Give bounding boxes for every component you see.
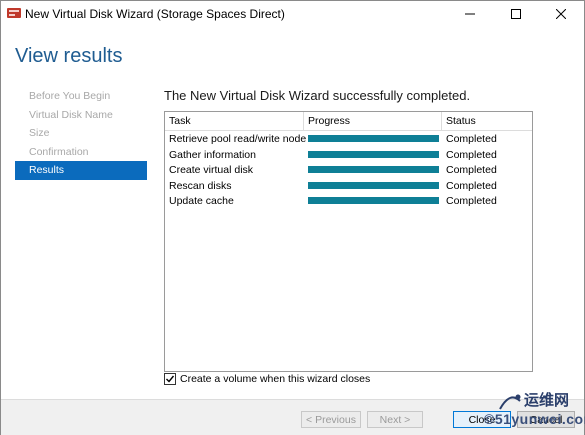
window-title: New Virtual Disk Wizard (Storage Spaces … (25, 7, 285, 21)
checkmark-icon (166, 375, 175, 383)
maximize-icon (511, 9, 521, 19)
column-header-task[interactable]: Task (165, 112, 304, 130)
title-bar: New Virtual Disk Wizard (Storage Spaces … (1, 1, 584, 27)
progress-bar (308, 197, 439, 204)
minimize-icon (465, 13, 475, 15)
minimize-button[interactable] (447, 1, 493, 27)
watermark-logo-icon (499, 394, 521, 410)
progress-fill (308, 135, 439, 142)
progress-bar (308, 166, 439, 173)
table-row[interactable]: Rescan disks Completed (165, 179, 532, 195)
nav-item-confirmation[interactable]: Confirmation (15, 143, 147, 162)
task-cell: Retrieve pool read/write node (169, 133, 307, 145)
next-button[interactable]: Next > (367, 411, 423, 428)
wizard-step-nav: Before You Begin Virtual Disk Name Size … (15, 87, 147, 180)
nav-item-results[interactable]: Results (15, 161, 147, 180)
create-volume-label: Create a volume when this wizard closes (180, 373, 371, 385)
page-title: View results (15, 45, 123, 67)
column-header-status[interactable]: Status (442, 112, 532, 130)
table-row[interactable]: Retrieve pool read/write node Completed (165, 132, 532, 148)
status-cell: Completed (446, 195, 497, 207)
maximize-button[interactable] (493, 1, 539, 27)
progress-fill (308, 197, 439, 204)
nav-item-before-you-begin[interactable]: Before You Begin (15, 87, 147, 106)
table-row[interactable]: Create virtual disk Completed (165, 163, 532, 179)
close-window-button[interactable] (538, 1, 584, 27)
progress-bar (308, 150, 439, 158)
status-cell: Completed (446, 179, 497, 192)
create-volume-option[interactable]: Create a volume when this wizard closes (164, 373, 370, 385)
task-cell: Gather information (169, 148, 256, 161)
task-cell: Update cache (169, 195, 234, 207)
table-header: Task Progress Status (165, 112, 532, 131)
disk-wizard-icon (7, 8, 21, 18)
nav-item-virtual-disk-name[interactable]: Virtual Disk Name (15, 106, 147, 125)
progress-fill (308, 150, 439, 158)
watermark-url: ©51yunwei.com (484, 411, 585, 427)
success-message: The New Virtual Disk Wizard successfully… (164, 88, 471, 103)
wizard-window: New Virtual Disk Wizard (Storage Spaces … (0, 0, 585, 435)
progress-bar (308, 135, 439, 142)
watermark-title: 运维网 (524, 392, 570, 409)
progress-fill (308, 166, 439, 173)
site-watermark: 运维网 ©51yunwei.com (476, 389, 585, 433)
status-cell: Completed (446, 164, 497, 176)
column-header-progress[interactable]: Progress (304, 112, 442, 130)
progress-bar (308, 181, 439, 189)
task-cell: Create virtual disk (169, 164, 254, 176)
status-cell: Completed (446, 133, 497, 145)
nav-item-size[interactable]: Size (15, 124, 147, 143)
progress-fill (308, 181, 439, 189)
task-cell: Rescan disks (169, 179, 232, 192)
table-row[interactable]: Update cache Completed (165, 194, 532, 210)
table-row[interactable]: Gather information Completed (165, 148, 532, 164)
results-table: Task Progress Status Retrieve pool read/… (164, 111, 533, 372)
close-icon (556, 9, 566, 19)
status-cell: Completed (446, 148, 497, 161)
create-volume-checkbox[interactable] (164, 373, 176, 385)
previous-button[interactable]: < Previous (301, 411, 361, 428)
